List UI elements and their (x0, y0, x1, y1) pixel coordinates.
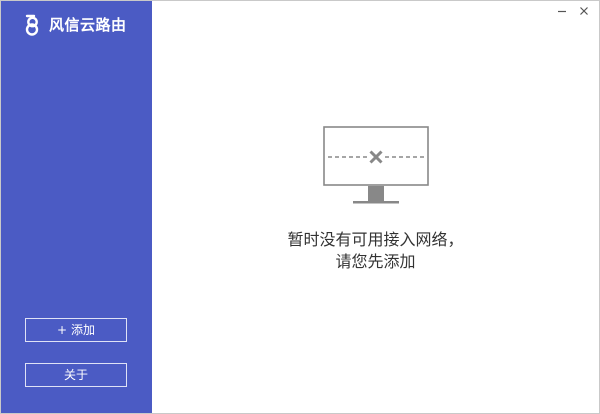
add-button[interactable]: + 添加 (25, 318, 127, 342)
app-title: 风信云路由 (49, 16, 127, 34)
monitor-disconnected-icon (323, 126, 429, 204)
empty-message-line2: 请您先添加 (335, 252, 416, 271)
app-window: 风信云路由 + 添加 关于 暂时没有可用接入网络， 请您先添加 (0, 0, 600, 414)
empty-state: 暂时没有可用接入网络， 请您先添加 (152, 1, 599, 413)
empty-message-line1: 暂时没有可用接入网络， (287, 230, 464, 249)
about-button[interactable]: 关于 (25, 363, 127, 387)
sidebar: 风信云路由 + 添加 关于 (1, 1, 152, 413)
about-button-label: 关于 (63, 368, 88, 382)
add-plus-icon: + (56, 323, 68, 337)
brand-logo-icon (25, 14, 39, 36)
empty-message: 暂时没有可用接入网络， 请您先添加 (152, 229, 599, 273)
add-button-label: 添加 (71, 323, 96, 337)
brand: 风信云路由 (23, 14, 127, 36)
